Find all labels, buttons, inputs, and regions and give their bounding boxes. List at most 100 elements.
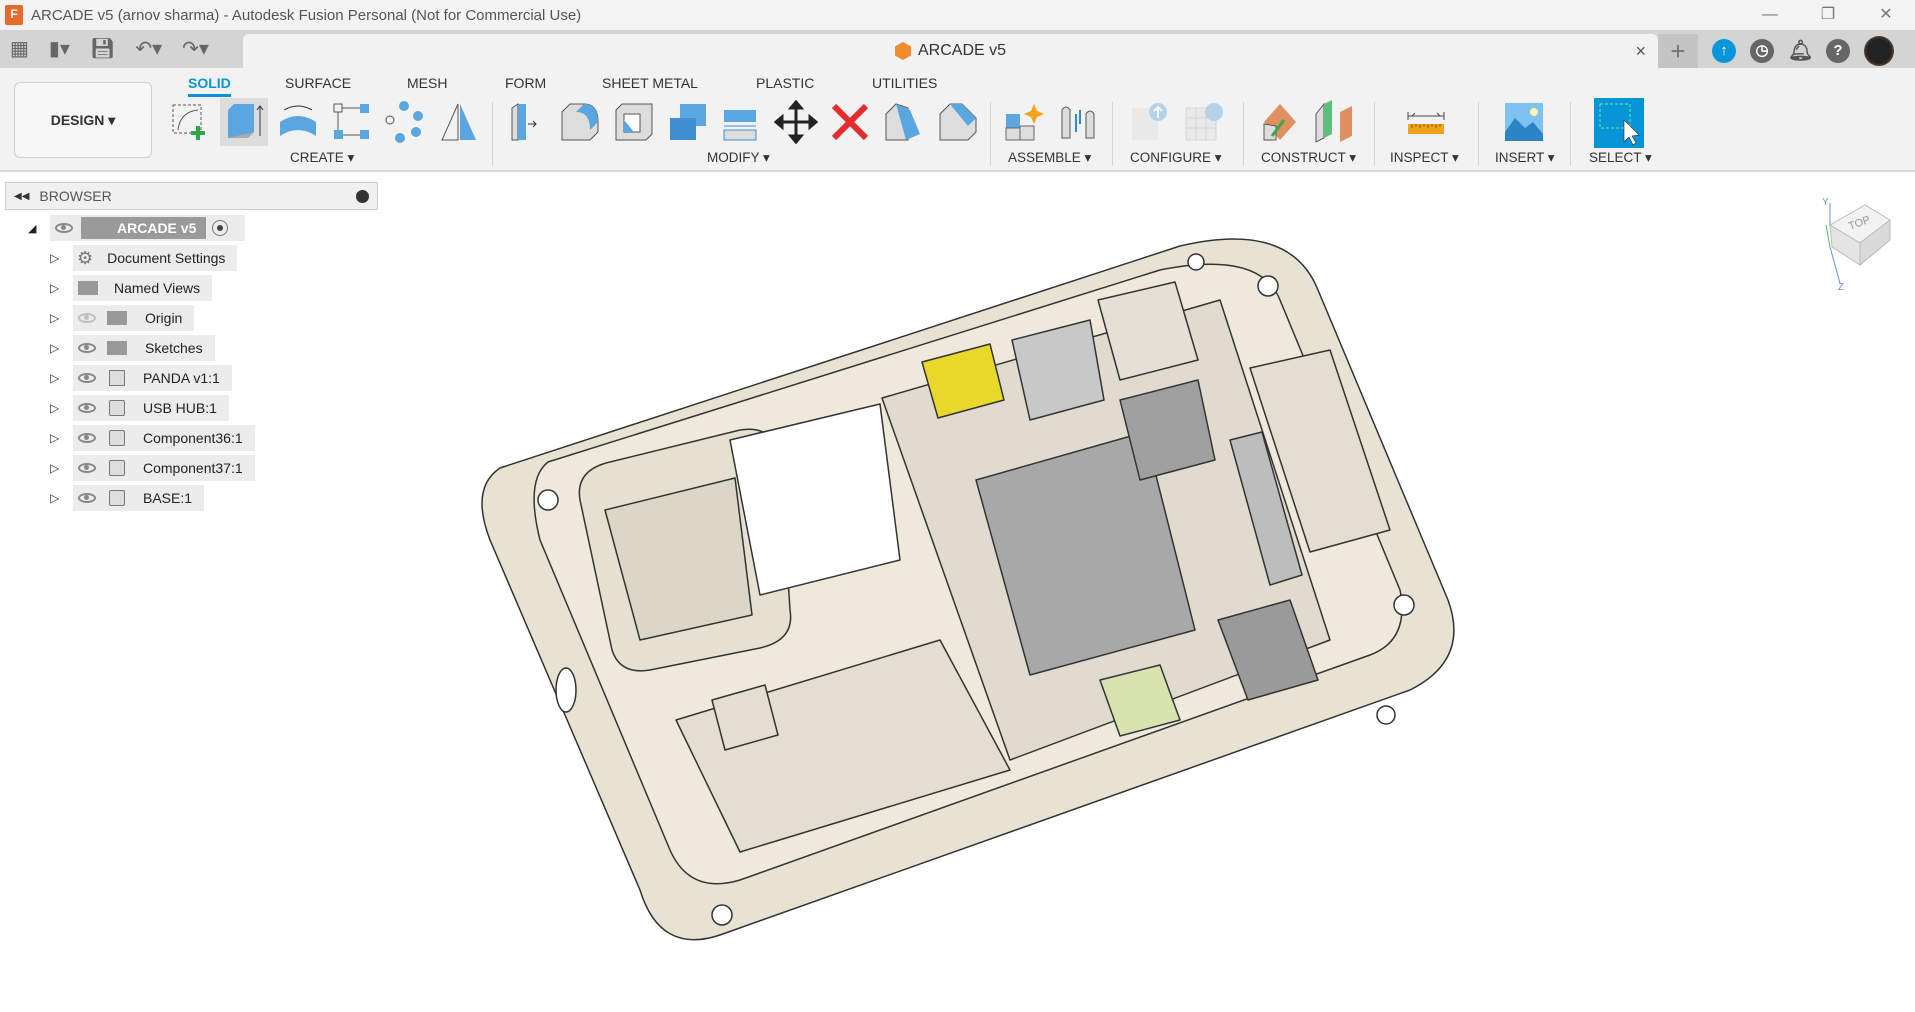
new-tab-plus-icon[interactable]: + [1658,34,1698,68]
tree-item-label: USB HUB:1 [143,400,217,416]
restore-button[interactable]: ❐ [1799,0,1857,30]
offset-plane-icon[interactable] [1312,100,1356,144]
save-icon[interactable]: 💾︎ [90,36,115,61]
press-pull-icon[interactable] [504,100,548,144]
notifications-bell-icon[interactable]: 🔔︎ [1788,39,1813,63]
expand-triangle-icon[interactable]: ▷ [50,491,59,505]
move-icon[interactable] [774,100,818,144]
redo-icon[interactable]: ↷▾ [182,36,209,61]
visibility-eye-icon[interactable] [55,223,73,233]
measure-icon[interactable] [1404,100,1448,144]
tree-item-label: Component37:1 [143,460,243,476]
expand-triangle-icon[interactable]: ▷ [50,371,59,385]
gear-icon: ⚙ [77,247,94,268]
tab-surface[interactable]: SURFACE [285,75,351,91]
component-icon [109,460,125,476]
browser-minimize-icon[interactable] [356,189,369,203]
tab-bar: ▦ ▮▾ 💾︎ ↶▾ ↷▾ ARCADE v5 × + ↑ ◷ 🔔︎ ? [0,30,1915,68]
folder-icon [78,281,98,295]
tab-solid[interactable]: SOLID [188,75,231,97]
activate-radio[interactable] [212,220,229,236]
help-icon[interactable]: ? [1826,39,1850,63]
configure-design-icon[interactable] [1128,100,1172,144]
tree-item-label: Document Settings [107,250,226,266]
select-menu[interactable]: SELECT ▾ [1589,150,1652,166]
component-icon [109,490,125,506]
browser-title: BROWSER [39,188,112,204]
extrude-icon[interactable] [222,100,266,144]
close-tab-button[interactable]: × [1635,41,1646,62]
assemble-menu[interactable]: ASSEMBLE ▾ [1008,150,1091,166]
expand-triangle-icon[interactable]: ▷ [50,251,59,265]
divider [1570,102,1571,166]
assembly-icon [109,370,125,386]
extensions-icon[interactable]: ↑ [1712,39,1736,63]
combine-icon[interactable] [666,100,710,144]
expand-triangle-icon[interactable]: ▷ [50,431,59,445]
undo-icon[interactable]: ↶▾ [135,36,162,61]
job-status-clock-icon[interactable]: ◷ [1750,39,1774,63]
rectangular-pattern-icon[interactable] [330,100,374,144]
tab-utilities[interactable]: UTILITIES [872,75,937,91]
delete-icon[interactable] [828,100,872,144]
tab-plastic[interactable]: PLASTIC [756,75,814,91]
inspect-menu[interactable]: INSPECT ▾ [1390,150,1459,166]
collapse-triangle-icon[interactable]: ◢ [28,222,36,235]
user-avatar[interactable] [1864,36,1894,66]
divider [990,102,991,166]
divider [492,102,493,166]
3d-viewport[interactable] [380,174,1915,1012]
component-icon [109,430,125,446]
tab-sheet-metal[interactable]: SHEET METAL [602,75,698,91]
viewcube[interactable]: TOP Y Z [1820,195,1895,295]
root-name: ARCADE v5 [111,217,207,239]
file-icon[interactable]: ▮▾ [49,36,70,61]
expand-triangle-icon[interactable]: ▷ [50,311,59,325]
visibility-eye-icon[interactable] [78,433,96,443]
browser-header: ◀◀ BROWSER [5,182,378,210]
enclosure-model [481,238,1455,941]
tab-mesh[interactable]: MESH [407,75,447,91]
configure-table-icon[interactable] [1182,100,1226,144]
insert-menu[interactable]: INSERT ▾ [1495,150,1555,166]
construct-menu[interactable]: CONSTRUCT ▾ [1261,150,1356,166]
minimize-button[interactable]: — [1741,0,1799,30]
insert-image-icon[interactable] [1502,100,1546,144]
circular-pattern-icon[interactable] [382,100,426,144]
offset-face-icon[interactable] [720,100,764,144]
tree-item-label: Origin [145,310,183,326]
select-icon[interactable] [1594,98,1644,148]
expand-triangle-icon[interactable]: ▷ [50,281,59,295]
close-window-button[interactable]: ✕ [1857,0,1915,30]
configure-menu[interactable]: CONFIGURE ▾ [1130,150,1222,166]
toolbar: DESIGN ▾ SOLID SURFACE MESH FORM SHEET M… [0,68,1915,172]
create-menu[interactable]: CREATE ▾ [290,150,354,166]
plane-at-angle-icon[interactable] [1258,100,1302,144]
tab-form[interactable]: FORM [505,75,546,91]
shell-icon[interactable] [612,100,656,144]
chamfer-icon[interactable] [936,100,980,144]
collapse-browser-icon[interactable]: ◀◀ [14,191,29,202]
revolve-icon[interactable] [276,100,320,144]
draft-icon[interactable] [882,100,926,144]
visibility-eye-icon[interactable] [78,343,96,353]
expand-triangle-icon[interactable]: ▷ [50,341,59,355]
visibility-eye-icon[interactable] [78,403,96,413]
document-tab[interactable]: ARCADE v5 × [243,34,1658,68]
component-icon [109,400,125,416]
visibility-eye-icon[interactable] [78,463,96,473]
workspace-switcher[interactable]: DESIGN ▾ [14,82,152,158]
modify-menu[interactable]: MODIFY ▾ [707,150,770,166]
mirror-icon[interactable] [436,100,480,144]
hidden-eye-icon[interactable] [78,313,96,323]
expand-triangle-icon[interactable]: ▷ [50,401,59,415]
joint-icon[interactable] [1056,100,1100,144]
tree-root[interactable]: ◢ ARCADE v5 [28,215,245,241]
expand-triangle-icon[interactable]: ▷ [50,461,59,475]
visibility-eye-icon[interactable] [78,493,96,503]
visibility-eye-icon[interactable] [78,373,96,383]
apps-grid-icon[interactable]: ▦ [10,36,29,61]
new-component-icon[interactable] [1002,100,1046,144]
fillet-icon[interactable] [558,100,602,144]
create-sketch-icon[interactable] [168,100,212,144]
